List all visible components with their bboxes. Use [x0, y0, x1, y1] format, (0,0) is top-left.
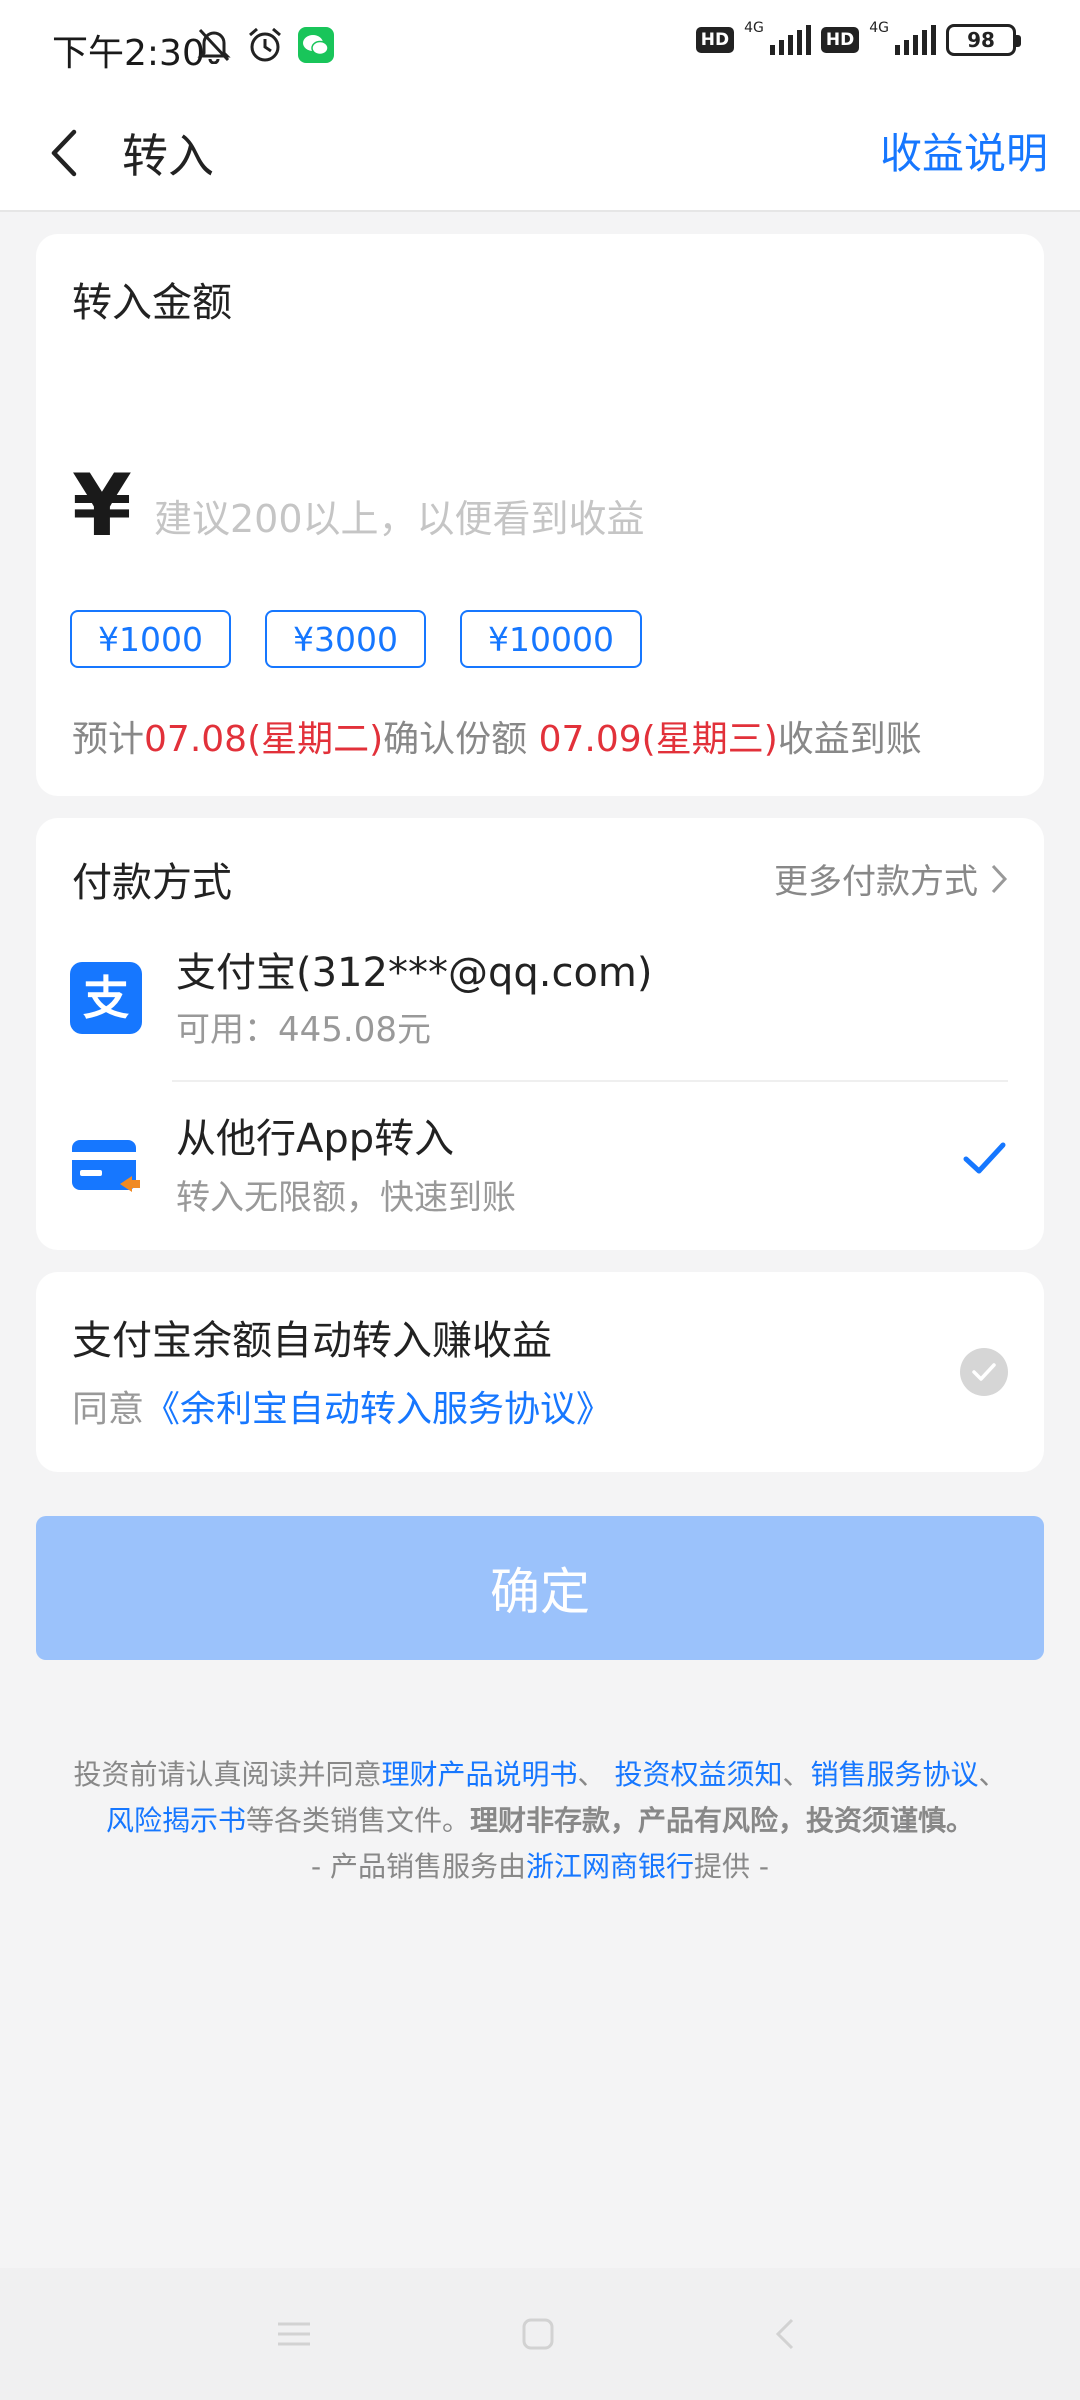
quick-amount-10000[interactable]: ¥10000 — [459, 610, 642, 668]
estimate-middle: 确认份额 — [383, 719, 539, 760]
agree-prefix: 同意 — [72, 1389, 145, 1430]
quick-amount-3000[interactable]: ¥3000 — [264, 610, 426, 668]
network-type: 4G — [744, 20, 764, 36]
signal-icon — [769, 25, 811, 55]
agreement-link[interactable]: 《余利宝自动转入服务协议》 — [144, 1389, 612, 1430]
status-time: 下午2:30 — [52, 33, 205, 74]
payment-option-other-bank[interactable]: 从他行App转入 转入无限额，快速到账 — [36, 1080, 1044, 1240]
back-icon[interactable] — [766, 2314, 806, 2354]
separator: 、 — [978, 1758, 1007, 1791]
amount-title: 转入金额 — [72, 280, 232, 326]
page-title: 转入 — [122, 129, 214, 183]
home-icon[interactable] — [518, 2314, 558, 2354]
product-manual-link[interactable]: 理财产品说明书 — [382, 1758, 578, 1791]
sales-agreement-link[interactable]: 销售服务协议 — [810, 1758, 978, 1791]
status-system-icons: HD 4G HD 4G 98 — [695, 20, 1021, 56]
payment-name: 从他行App转入 — [176, 1116, 455, 1162]
auto-transfer-card: 支付宝余额自动转入赚收益 同意《余利宝自动转入服务协议》 — [36, 1272, 1044, 1472]
auto-transfer-title: 支付宝余额自动转入赚收益 — [72, 1318, 552, 1364]
payment-desc: 转入无限额，快速到账 — [176, 1178, 516, 1218]
estimate-suffix: 收益到账 — [777, 719, 922, 760]
risk-warning: 理财非存款，产品有风险，投资须谨慎。 — [470, 1804, 975, 1837]
system-nav-bar — [0, 2268, 1080, 2400]
estimate-text: 预计07.08(星期二)确认份额 07.09(星期三)收益到账 — [72, 710, 922, 762]
status-bar: 下午2:30 HD 4G HD 4G 98 — [0, 0, 1080, 96]
network-type: 4G — [869, 20, 889, 36]
bank-card-icon — [72, 1140, 140, 1192]
confirm-date: 07.08(星期二) — [144, 719, 384, 760]
estimate-prefix: 预计 — [72, 719, 145, 760]
payment-title: 付款方式 — [72, 860, 232, 906]
separator: 、 — [782, 1758, 811, 1791]
svg-text:支: 支 — [83, 971, 129, 1025]
battery-icon: 98 — [946, 24, 1021, 56]
currency-symbol: ¥ — [72, 456, 132, 556]
income-date: 07.09(星期三) — [538, 719, 778, 760]
amount-card: 转入金额 ¥ ¥1000 ¥3000 ¥10000 预计07.08(星期二)确认… — [36, 234, 1044, 796]
risk-disclosure-link[interactable]: 风险揭示书 — [106, 1804, 246, 1837]
alarm-icon — [249, 27, 281, 62]
separator: 、 — [577, 1758, 615, 1791]
chevron-right-icon — [991, 864, 1008, 893]
signal-icon — [895, 25, 936, 55]
agreement-text: 同意《余利宝自动转入服务协议》 — [72, 1380, 612, 1432]
wechat-icon — [298, 27, 334, 63]
provider-suffix: 提供 - — [694, 1850, 770, 1883]
investor-rights-link[interactable]: 投资权益须知 — [614, 1758, 782, 1791]
income-explanation-link[interactable]: 收益说明 — [880, 120, 1048, 181]
payment-card: 付款方式 更多付款方式 支 支付宝(312***@qq.com) 可用：445.… — [36, 818, 1044, 1250]
more-payment-methods-link[interactable]: 更多付款方式 — [774, 854, 1008, 903]
hd-icon: HD — [695, 27, 735, 53]
back-arrow-icon[interactable] — [40, 118, 90, 188]
battery-level: 98 — [967, 28, 995, 52]
provider-bank-link[interactable]: 浙江网商银行 — [526, 1850, 694, 1883]
nav-bar: 转入 收益说明 — [0, 96, 1080, 212]
alipay-icon: 支 — [70, 962, 142, 1034]
provider-prefix: - 产品销售服务由 — [310, 1850, 526, 1883]
provider-line: - 产品销售服务由浙江网商银行提供 - — [40, 1844, 1040, 1890]
disclaimer-middle: 等各类销售文件。 — [245, 1804, 470, 1837]
quick-amount-1000[interactable]: ¥1000 — [70, 610, 231, 668]
quick-amount-group: ¥1000 ¥3000 ¥10000 — [70, 610, 642, 668]
bell-off-icon — [197, 28, 231, 64]
confirm-button[interactable]: 确定 — [36, 1516, 1044, 1660]
disclaimer-prefix: 投资前请认真阅读并同意 — [73, 1758, 382, 1791]
check-icon — [972, 1363, 996, 1381]
menu-icon[interactable] — [274, 2314, 314, 2354]
payment-available: 可用：445.08元 — [176, 1010, 431, 1050]
disclaimer: 投资前请认真阅读并同意理财产品说明书、 投资权益须知、销售服务协议、 风险揭示书… — [40, 1752, 1040, 1890]
payment-name: 支付宝(312***@qq.com) — [176, 950, 653, 996]
auto-transfer-checkbox[interactable] — [960, 1348, 1008, 1396]
amount-input[interactable] — [154, 484, 994, 554]
disclaimer-line: 投资前请认真阅读并同意理财产品说明书、 投资权益须知、销售服务协议、 风险揭示书… — [40, 1752, 1040, 1844]
status-notification-icons — [196, 26, 334, 64]
payment-option-alipay[interactable]: 支 支付宝(312***@qq.com) 可用：445.08元 — [36, 940, 1044, 1080]
checkmark-icon — [963, 1142, 1006, 1174]
hd-icon: HD — [820, 27, 860, 53]
more-payment-label: 更多付款方式 — [774, 862, 978, 902]
